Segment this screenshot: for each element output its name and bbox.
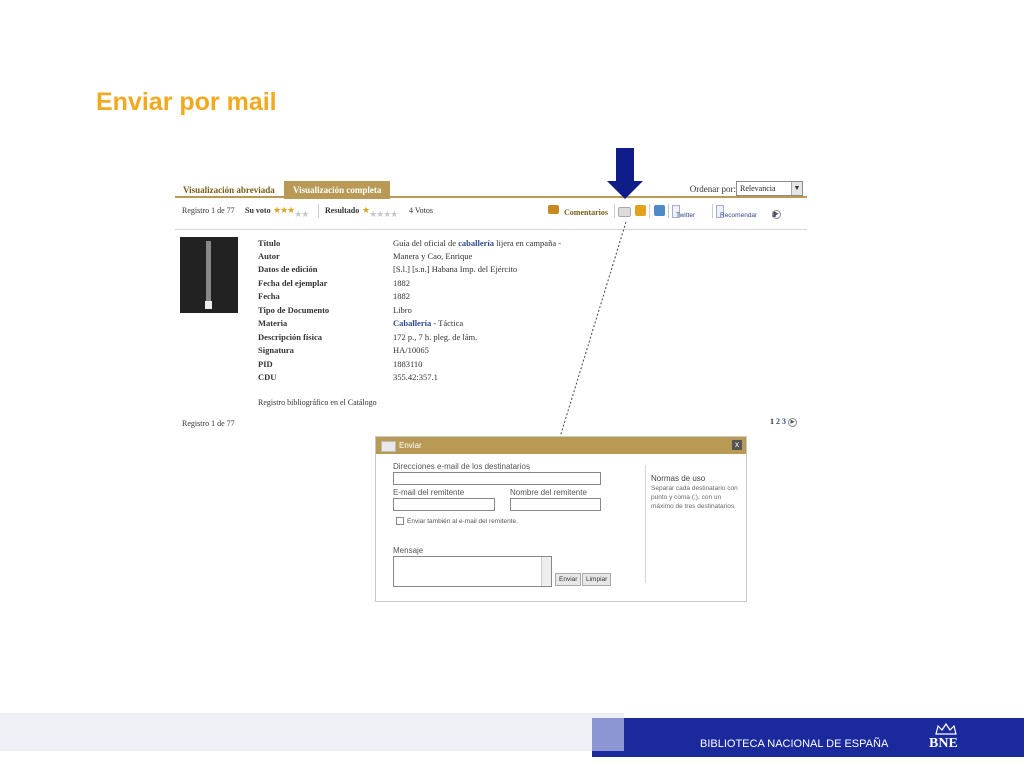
dialog-header: Enviar x: [376, 437, 746, 454]
connector-line: [559, 221, 627, 438]
message-label: Mensaje: [393, 546, 424, 555]
sender-name-input[interactable]: [510, 498, 601, 511]
message-textarea[interactable]: [393, 556, 552, 587]
dialog-title: Enviar: [399, 441, 422, 450]
dest-email-input[interactable]: [393, 472, 601, 485]
bne-logo: BNE: [929, 736, 958, 751]
sender-email-input[interactable]: [393, 498, 495, 511]
textarea-scrollbar[interactable]: [541, 557, 551, 586]
norms-title: Normas de uso: [651, 474, 706, 483]
close-button[interactable]: x: [732, 440, 742, 450]
sender-name-label: Nombre del remitente: [510, 488, 587, 497]
clear-button[interactable]: Limpiar: [582, 573, 612, 586]
norms-text: Separar cada destinatario con punto y co…: [651, 485, 738, 510]
crown-icon: [935, 722, 957, 735]
send-button[interactable]: Enviar: [555, 573, 582, 586]
footer-text: BIBLIOTECA NACIONAL DE ESPAÑA: [700, 738, 889, 750]
footer-accent: [592, 718, 624, 751]
mail-icon: [381, 441, 396, 452]
copy-checkbox[interactable]: [396, 517, 404, 525]
footer-band: [0, 713, 624, 751]
dest-label: Direcciones e-mail de los destinatarios: [393, 462, 530, 471]
dialog-divider: [645, 465, 646, 583]
send-dialog: Enviar x Direcciones e-mail de los desti…: [375, 436, 747, 602]
sender-email-label: E-mail del remitente: [393, 488, 465, 497]
copy-label: Enviar también al e-mail del remitente.: [407, 518, 518, 525]
